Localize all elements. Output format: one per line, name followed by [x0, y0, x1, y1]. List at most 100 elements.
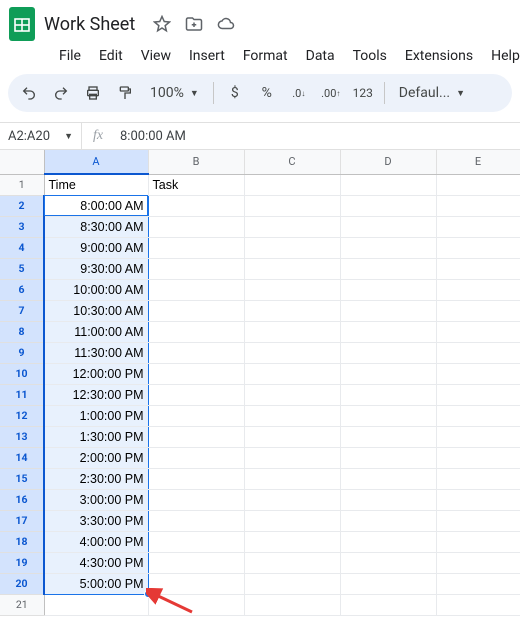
cell[interactable]: [436, 531, 520, 552]
cell[interactable]: [340, 174, 436, 195]
cell[interactable]: [436, 237, 520, 258]
column-header-a[interactable]: A: [44, 150, 148, 174]
cell[interactable]: [436, 321, 520, 342]
cell[interactable]: [436, 342, 520, 363]
row-header[interactable]: 13: [0, 426, 44, 447]
menu-file[interactable]: File: [52, 44, 88, 68]
cell[interactable]: [244, 258, 340, 279]
cell[interactable]: Task: [148, 174, 244, 195]
cell[interactable]: [436, 258, 520, 279]
cell[interactable]: [340, 216, 436, 237]
cell[interactable]: [148, 552, 244, 573]
cell[interactable]: [340, 447, 436, 468]
cell[interactable]: [244, 573, 340, 594]
cell[interactable]: [148, 258, 244, 279]
cell[interactable]: 12:30:00 PM: [44, 384, 148, 405]
percent-button[interactable]: %: [252, 78, 282, 108]
cell[interactable]: [148, 447, 244, 468]
cell[interactable]: [244, 405, 340, 426]
cell[interactable]: [148, 405, 244, 426]
cell[interactable]: 8:30:00 AM: [44, 216, 148, 237]
row-header[interactable]: 14: [0, 447, 44, 468]
spreadsheet-grid[interactable]: ABCDE1TimeTask28:00:00 AM38:30:00 AM49:0…: [0, 150, 520, 616]
cell[interactable]: [436, 426, 520, 447]
redo-button[interactable]: [46, 78, 76, 108]
cell[interactable]: [244, 363, 340, 384]
cell[interactable]: [244, 300, 340, 321]
cell[interactable]: 2:30:00 PM: [44, 468, 148, 489]
row-header[interactable]: 12: [0, 405, 44, 426]
cell[interactable]: [244, 321, 340, 342]
cell[interactable]: 11:00:00 AM: [44, 321, 148, 342]
cell[interactable]: [148, 279, 244, 300]
row-header[interactable]: 18: [0, 531, 44, 552]
name-box[interactable]: A2:A20 ▼: [0, 123, 82, 149]
cell[interactable]: 5:00:00 PM: [44, 573, 148, 594]
cell[interactable]: [436, 573, 520, 594]
row-header[interactable]: 9: [0, 342, 44, 363]
cell[interactable]: 8:00:00 AM: [44, 195, 148, 216]
menu-insert[interactable]: Insert: [182, 44, 232, 68]
cell[interactable]: 10:30:00 AM: [44, 300, 148, 321]
row-header[interactable]: 20: [0, 573, 44, 594]
row-header[interactable]: 2: [0, 195, 44, 216]
cell[interactable]: [340, 531, 436, 552]
cell[interactable]: 4:00:00 PM: [44, 531, 148, 552]
cell[interactable]: 3:30:00 PM: [44, 510, 148, 531]
cell[interactable]: [340, 363, 436, 384]
cell[interactable]: [244, 426, 340, 447]
menu-data[interactable]: Data: [299, 44, 342, 68]
cell[interactable]: [148, 321, 244, 342]
cell[interactable]: [436, 510, 520, 531]
undo-button[interactable]: [14, 78, 44, 108]
cell[interactable]: [244, 510, 340, 531]
cell[interactable]: [340, 279, 436, 300]
row-header[interactable]: 6: [0, 279, 44, 300]
cell[interactable]: [244, 531, 340, 552]
cell[interactable]: [148, 195, 244, 216]
font-dropdown[interactable]: Defaul... ▼: [391, 78, 473, 108]
menu-edit[interactable]: Edit: [92, 44, 130, 68]
cell[interactable]: [340, 552, 436, 573]
cell[interactable]: [436, 384, 520, 405]
cell[interactable]: [148, 510, 244, 531]
cell[interactable]: [340, 384, 436, 405]
cell[interactable]: [244, 279, 340, 300]
cell[interactable]: [244, 468, 340, 489]
increase-decimal-button[interactable]: .00↑: [316, 78, 346, 108]
cell[interactable]: [340, 300, 436, 321]
row-header[interactable]: 3: [0, 216, 44, 237]
cell[interactable]: [436, 552, 520, 573]
cell[interactable]: [340, 342, 436, 363]
row-header[interactable]: 8: [0, 321, 44, 342]
cell[interactable]: [244, 552, 340, 573]
row-header[interactable]: 4: [0, 237, 44, 258]
cell[interactable]: [244, 216, 340, 237]
cell[interactable]: 2:00:00 PM: [44, 447, 148, 468]
cell[interactable]: [340, 426, 436, 447]
cell[interactable]: [436, 174, 520, 195]
star-icon[interactable]: [153, 15, 171, 33]
cell[interactable]: [244, 342, 340, 363]
menu-help[interactable]: Help: [484, 44, 520, 68]
column-header-e[interactable]: E: [436, 150, 520, 174]
cell[interactable]: 11:30:00 AM: [44, 342, 148, 363]
cell[interactable]: 4:30:00 PM: [44, 552, 148, 573]
sheets-logo-icon[interactable]: [8, 6, 36, 42]
cell[interactable]: [148, 531, 244, 552]
row-header[interactable]: 17: [0, 510, 44, 531]
cell[interactable]: [340, 573, 436, 594]
cell[interactable]: [340, 195, 436, 216]
cell[interactable]: [244, 195, 340, 216]
cell[interactable]: [148, 384, 244, 405]
row-header[interactable]: 11: [0, 384, 44, 405]
cell[interactable]: [244, 174, 340, 195]
cell[interactable]: [340, 468, 436, 489]
menu-format[interactable]: Format: [236, 44, 295, 68]
cell[interactable]: Time: [44, 174, 148, 195]
cell[interactable]: [436, 300, 520, 321]
cell[interactable]: 3:00:00 PM: [44, 489, 148, 510]
cell[interactable]: [436, 468, 520, 489]
row-header[interactable]: 10: [0, 363, 44, 384]
cell[interactable]: [244, 489, 340, 510]
